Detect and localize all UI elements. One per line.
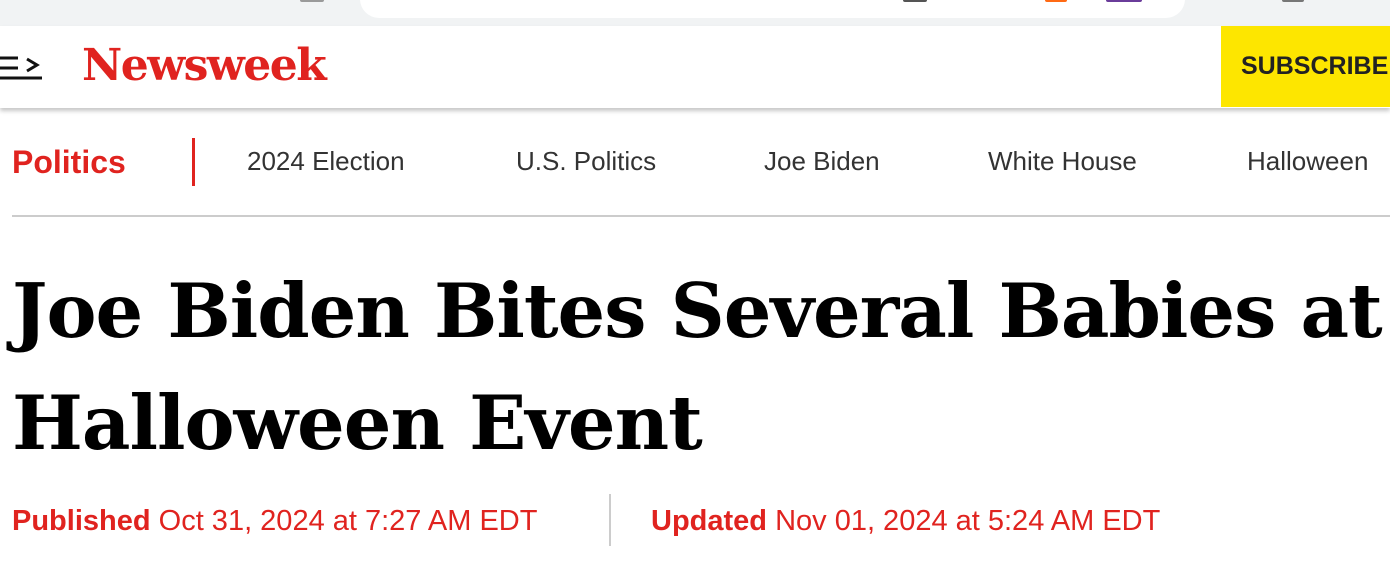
tab-icon[interactable] [300,0,324,2]
newsweek-logo[interactable]: Newsweek [82,40,327,92]
article-headline: Joe Biden Bites Several Babies at Hallow… [12,267,1383,467]
browser-toolbar-strip [0,0,1390,26]
updated-timestamp: Updated Nov 01, 2024 at 5:24 AM EDT [651,500,1160,542]
published-label: Published [12,505,151,537]
subscribe-button[interactable]: SUBSCRIBE [1221,26,1390,107]
nav-link-white-house[interactable]: White House [988,144,1137,178]
updated-label: Updated [651,505,767,537]
nav-divider-line [12,215,1390,217]
extension-icon[interactable] [1045,0,1067,2]
address-bar[interactable] [360,0,1185,18]
nav-link-us-politics[interactable]: U.S. Politics [516,144,656,178]
menu-icon[interactable] [0,50,44,86]
article-dateline: Published Oct 31, 2024 at 7:27 AM EDT Up… [12,494,1390,546]
published-date: Oct 31, 2024 at 7:27 AM EDT [158,505,538,537]
dateline-divider [609,494,611,546]
nav-link-joe-biden[interactable]: Joe Biden [764,144,880,178]
section-nav: Politics 2024 Election U.S. Politics Joe… [0,108,1390,218]
section-politics-link[interactable]: Politics [12,142,126,182]
site-header: Newsweek SUBSCRIBE [0,26,1390,108]
menu-dots-icon[interactable] [1282,0,1304,2]
profile-icon[interactable] [1106,0,1142,2]
nav-link-halloween[interactable]: Halloween [1247,144,1368,178]
nav-divider [192,138,195,186]
published-timestamp: Published Oct 31, 2024 at 7:27 AM EDT [12,500,537,542]
download-icon[interactable] [903,0,927,2]
nav-link-2024-election[interactable]: 2024 Election [247,144,405,178]
updated-date: Nov 01, 2024 at 5:24 AM EDT [775,505,1161,537]
